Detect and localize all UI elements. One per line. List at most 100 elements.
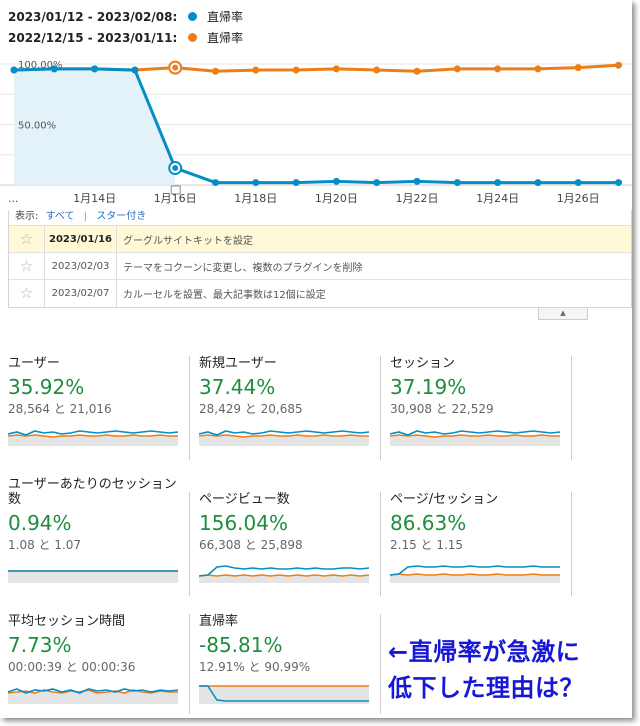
divider [571, 492, 572, 596]
scorecard-compare: 66,308 と 25,898 [199, 538, 303, 552]
scorecard-title: ページビュー数 [199, 492, 290, 507]
scorecard-sessions-per-user[interactable]: ユーザーあたりのセッション数 0.94% 1.08 と 1.07 [8, 477, 188, 597]
annotation-panel: 表示: すべて | スター付き ☆ 2023/01/16 グーグルサイトキットを… [8, 210, 632, 308]
legend-range: 2022/12/15 - 2023/01/11: [8, 30, 178, 45]
scorecard-sparkline [199, 685, 369, 704]
hover-point-core [172, 64, 179, 71]
data-point [50, 65, 58, 73]
data-point [494, 65, 502, 73]
scorecard-compare: 00:00:39 と 00:00:36 [8, 660, 136, 674]
annotation-row[interactable]: ☆ 2023/02/03 テーマをコクーンに変更し、複数のプラグインを削除 [9, 253, 631, 280]
data-point [413, 177, 421, 185]
hover-point-core [172, 165, 179, 172]
scorecard-avg-session-duration[interactable]: 平均セッション時間 7.73% 00:00:39 と 00:00:36 [8, 614, 188, 718]
scorecard-pageviews[interactable]: ページビュー数 156.04% 66,308 と 25,898 [199, 492, 379, 612]
bounce-rate-line-chart[interactable]: 100.00%50.00%... 1月14日 1月16日 1月18日 1月20日 1月22… [0, 52, 632, 208]
data-point [494, 179, 502, 187]
scorecard-new-users[interactable]: 新規ユーザー 37.44% 28,429 と 20,685 [199, 356, 379, 476]
star-icon[interactable]: ☆ [9, 226, 45, 252]
data-point [373, 66, 381, 74]
callout-annotation: ←直帰率が急激に 低下した理由は？ [388, 634, 628, 706]
data-point [131, 66, 139, 74]
data-point [453, 179, 461, 187]
x-tick-label: 1月26日 [557, 192, 600, 205]
scorecard-sparkline [199, 430, 369, 446]
sparkline-area [390, 574, 560, 583]
sparkline-area [8, 571, 178, 583]
data-point [212, 179, 219, 187]
data-point [91, 65, 99, 73]
scorecard-compare: 2.15 と 1.15 [390, 538, 464, 552]
divider [189, 614, 190, 714]
x-tick-label: 1月18日 [234, 192, 277, 205]
data-point [252, 66, 260, 74]
x-tick-label: 1月14日 [73, 192, 116, 205]
data-point [574, 64, 582, 72]
annotation-row[interactable]: ☆ 2023/02/07 カルーセルを設置、最大記事数は12個に設定 [9, 280, 631, 307]
data-point [534, 65, 542, 73]
sparkline-line [390, 573, 560, 576]
data-point [292, 66, 300, 74]
scorecard-bounce-rate[interactable]: 直帰率 -85.81% 12.91% と 90.99% [199, 614, 379, 718]
scorecard-change: 86.63% [390, 511, 467, 535]
annotation-filter-all-link[interactable]: すべて [46, 211, 75, 222]
star-icon[interactable]: ☆ [9, 280, 45, 307]
data-point [10, 66, 18, 74]
scorecard-sparkline [390, 430, 560, 446]
divider [189, 492, 190, 596]
scorecard-sessions[interactable]: セッション 37.19% 30,908 と 22,529 [390, 356, 570, 476]
annotation-filter-starred-link[interactable]: スター付き [96, 211, 146, 222]
scorecard-title: ユーザーあたりのセッション数 [8, 477, 177, 507]
divider [189, 356, 190, 460]
x-tick-label: 1月22日 [396, 192, 439, 205]
scorecard-title: 新規ユーザー [199, 356, 277, 371]
data-point [292, 179, 300, 187]
legend-metric: 直帰率 [207, 31, 244, 45]
sparkline-line [199, 574, 369, 577]
scorecard-title: ページ/セッション [390, 492, 499, 507]
annotation-date: 2023/01/16 [45, 226, 117, 252]
legend-dot-blue [188, 12, 197, 21]
divider [571, 356, 572, 460]
divider: | [83, 211, 88, 222]
chevron-up-icon: ▲ [560, 309, 566, 317]
annotation-text: カルーセルを設置、最大記事数は12個に設定 [123, 290, 326, 301]
data-point [212, 67, 219, 75]
scorecard-compare: 30,908 と 22,529 [390, 402, 494, 416]
scorecard-users[interactable]: ユーザー 35.92% 28,564 と 21,016 [8, 356, 188, 476]
scorecard-compare: 1.08 と 1.07 [8, 538, 82, 552]
annotation-date: 2023/02/07 [45, 280, 117, 307]
annotation-filter-bar: 表示: すべて | スター付き [9, 210, 631, 226]
scorecard-change: 0.94% [8, 511, 72, 535]
scorecard-compare: 28,429 と 20,685 [199, 402, 303, 416]
legend-previous: 2022/12/15 - 2023/01/11: 直帰率 [8, 29, 243, 46]
callout-line: 低下した理由は？ [388, 674, 584, 702]
scorecard-sparkline [199, 565, 369, 583]
collapse-annotations-button[interactable]: ▲ [538, 308, 588, 320]
legend-dot-orange [188, 33, 197, 42]
annotation-date: 2023/02/03 [45, 253, 117, 279]
star-icon[interactable]: ☆ [9, 253, 45, 279]
legend-current: 2023/01/12 - 2023/02/08: 直帰率 [8, 8, 243, 25]
scorecard-change: 156.04% [199, 511, 288, 535]
legend-range: 2023/01/12 - 2023/02/08: [8, 9, 178, 24]
scorecard-sparkline [8, 688, 178, 704]
data-point [615, 61, 622, 69]
divider [380, 614, 381, 714]
scorecard-title: 平均セッション時間 [8, 614, 126, 629]
data-point [453, 65, 461, 73]
scorecard-change: 37.44% [199, 375, 276, 399]
data-point [574, 179, 582, 187]
scorecard-change: 35.92% [8, 375, 85, 399]
scorecard-title: ユーザー [8, 356, 60, 371]
annotation-row[interactable]: ☆ 2023/01/16 グーグルサイトキットを設定 [9, 226, 631, 253]
scorecard-title: 直帰率 [199, 614, 239, 629]
annotation-text: テーマをコクーンに変更し、複数のプラグインを削除 [123, 262, 363, 274]
scorecard-sparkline [8, 430, 178, 446]
data-point [332, 177, 340, 185]
scorecard-pages-per-session[interactable]: ページ/セッション 86.63% 2.15 と 1.15 [390, 492, 570, 612]
legend-metric: 直帰率 [207, 10, 244, 24]
scorecard-title: セッション [390, 356, 456, 371]
data-point [534, 179, 542, 187]
x-tick-label: 1月24日 [476, 192, 519, 205]
